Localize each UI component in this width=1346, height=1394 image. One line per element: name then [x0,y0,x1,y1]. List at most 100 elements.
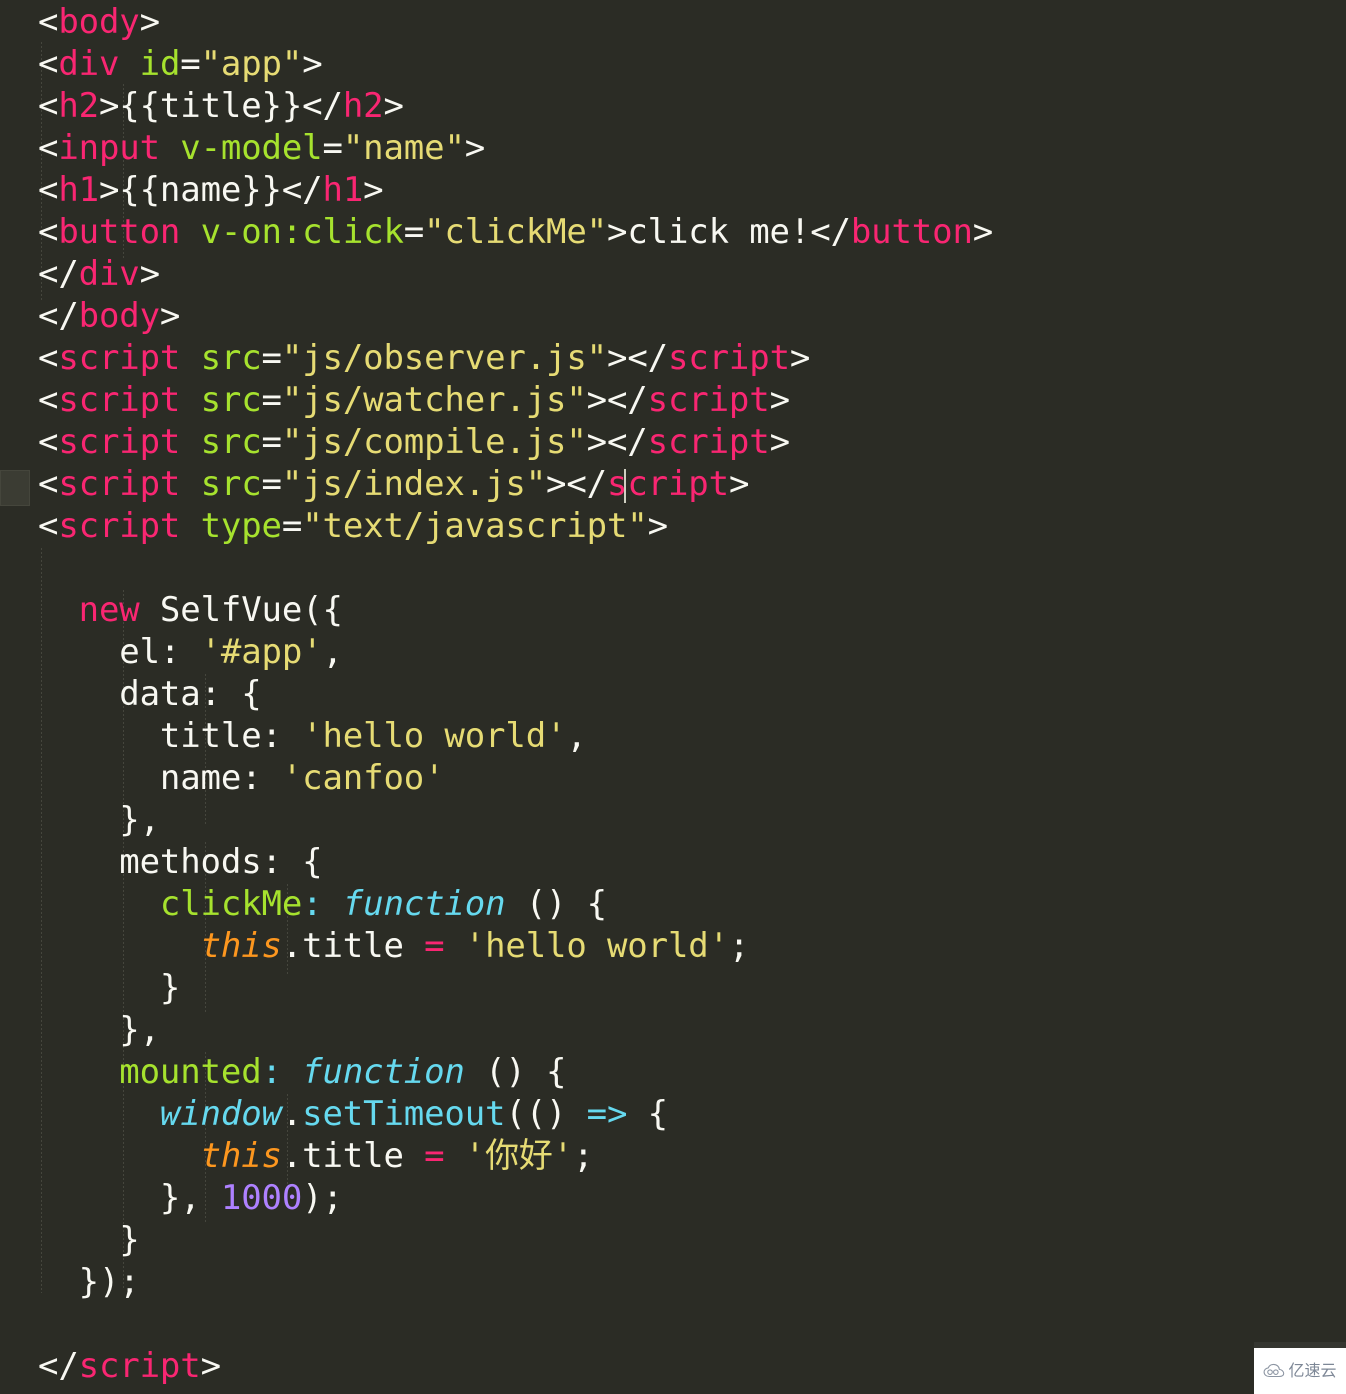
code-token: </ [38,1346,79,1386]
code-token: window [159,1094,282,1134]
code-token: }); [38,1262,140,1302]
code-token: = [180,44,201,84]
code-token: = [261,380,282,420]
code-token: = [261,338,282,378]
code-line[interactable]: <button v-on:click="clickMe">click me!</… [0,211,993,253]
code-line[interactable]: <script type="text/javascript"> [0,505,668,547]
code-line[interactable]: this.title = 'hello world'; [0,925,750,967]
code-token: '你好' [464,1136,574,1176]
code-token: id [139,44,181,84]
code-token: button [850,212,973,252]
code-token: > [363,170,384,210]
code-token: }, [38,1010,160,1050]
code-token: body [78,296,160,336]
code-token: : [159,632,201,672]
code-token: < [38,44,59,84]
code-line[interactable]: </div> [0,253,160,295]
code-token: < [38,380,59,420]
code-token: h2 [58,86,99,126]
code-token: >click me!</ [607,212,851,252]
code-token: >{{title}}</ [98,86,343,126]
code-token: 'hello world' [464,926,729,966]
code-line[interactable]: name: 'canfoo' [0,757,445,799]
code-token: > [769,422,790,462]
code-line[interactable]: data: { [0,673,261,715]
code-token: > [302,44,323,84]
code-line[interactable]: <div id="app"> [0,43,323,85]
code-token: script [78,1346,201,1386]
code-line[interactable]: <h1>{{name}}</h1> [0,169,384,211]
code-line[interactable]: <script src="js/index.js"></script> [0,463,749,505]
code-line[interactable]: clickMe: function () { [0,883,607,925]
code-line[interactable]: </script> [0,1345,221,1387]
code-token: > [200,1346,221,1386]
code-line[interactable]: <h2>{{title}}</h2> [0,85,404,127]
code-line[interactable]: mounted: function () { [0,1051,566,1093]
code-line[interactable]: new SelfVue({ [0,589,343,631]
code-token: > [464,128,486,168]
code-token: > [383,86,404,126]
code-token: = [261,464,282,504]
code-token: src [200,380,262,420]
code-token: setTimeout [302,1094,506,1134]
code-token: : [261,1052,282,1092]
code-token: , [566,716,587,756]
code-line[interactable]: }); [0,1261,140,1303]
code-token: }, [38,800,160,840]
code-line[interactable]: }, [0,799,160,841]
code-token: < [38,212,59,252]
code-line[interactable]: <input v-model="name"> [0,127,485,169]
code-token: .title [281,926,425,966]
code-token: 1000 [220,1178,303,1218]
code-token: this [200,926,282,966]
code-line[interactable]: } [0,1219,139,1261]
code-token: > [728,464,750,504]
code-token: src [200,464,262,504]
code-token: </ [38,296,79,336]
code-token: }, [38,1178,221,1218]
code-token: ></ [586,422,648,462]
code-text-area[interactable]: <body> <div id="app"> <h2>{{title}}</h2> <i… [0,0,1346,1394]
code-line[interactable]: <script src="js/compile.js"></script> [0,421,790,463]
code-line[interactable]: methods: { [0,841,322,883]
code-token: h1 [58,170,99,210]
code-token: input [58,128,160,168]
code-line[interactable]: }, [0,1009,160,1051]
code-token: new [78,590,140,630]
code-token: < [38,170,59,210]
code-line[interactable]: <script src="js/observer.js"></script> [0,337,810,379]
code-token: script [58,506,181,546]
code-token: SelfVue({ [139,590,343,630]
code-line[interactable]: <script src="js/watcher.js"></script> [0,379,790,421]
code-line[interactable]: this.title = '你好'; [0,1135,594,1177]
code-token: () { [464,1052,567,1092]
code-token: v-model [180,128,323,168]
code-line[interactable]: window.setTimeout(() => { [0,1093,668,1135]
code-token: ; [728,926,750,966]
code-token: script [58,338,181,378]
code-token: = [281,506,303,546]
code-line[interactable]: <body> [0,1,160,43]
code-token: "js/index.js" [281,464,547,504]
code-line[interactable]: title: 'hello world', [0,715,587,757]
code-line[interactable]: </body> [0,295,180,337]
code-editor-screenshot: <body> <div id="app"> <h2>{{title}}</h2> <i… [0,0,1346,1394]
code-token: el [119,632,160,672]
code-line[interactable]: }, 1000); [0,1177,343,1219]
code-token: < [38,128,59,168]
code-token: script [58,380,181,420]
code-line[interactable]: el: '#app', [0,631,343,673]
code-token: (() [505,1094,587,1134]
code-token: script [58,464,181,504]
code-token: title [159,716,262,756]
code-line[interactable]: } [0,967,180,1009]
code-token: > [159,296,181,336]
